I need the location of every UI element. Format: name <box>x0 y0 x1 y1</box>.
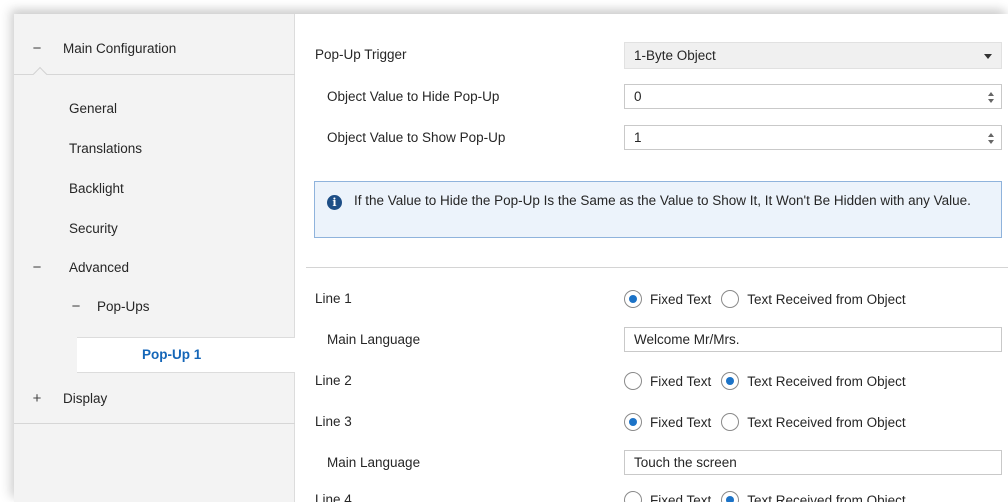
line-3-label: Line 3 <box>315 414 352 429</box>
chevron-down-icon <box>984 54 992 59</box>
sidebar-item-label: Display <box>63 390 108 406</box>
collapse-icon[interactable]: − <box>30 259 44 276</box>
tree-pointer-notch <box>32 66 48 82</box>
line-1-main-language-label: Main Language <box>327 332 421 347</box>
line-1-text-input[interactable] <box>625 328 1001 351</box>
radio-label: Text Received from Object <box>747 414 906 430</box>
sidebar-tree: − Main Configuration General Translation… <box>14 14 295 502</box>
spin-up-icon[interactable] <box>988 92 994 96</box>
radio-label: Fixed Text <box>650 373 712 389</box>
parameter-panel: Pop-Up Trigger 1-Byte Object Object Valu… <box>296 14 1008 502</box>
sidebar-item-backlight[interactable]: Backlight <box>14 168 295 208</box>
sidebar-item-general[interactable]: General <box>14 88 295 128</box>
hide-value-label: Object Value to Hide Pop-Up <box>327 89 500 104</box>
sidebar-item-security[interactable]: Security <box>14 208 295 248</box>
info-note: i If the Value to Hide the Pop-Up Is the… <box>314 181 1002 238</box>
sidebar-item-label: Translations <box>69 140 143 156</box>
collapse-icon[interactable]: − <box>69 298 83 315</box>
collapse-icon[interactable]: − <box>30 40 44 57</box>
sidebar-item-label: Security <box>69 220 118 236</box>
info-text: If the Value to Hide the Pop-Up Is the S… <box>354 193 971 208</box>
sidebar-item-label: General <box>69 100 118 116</box>
line-1-radio-group: Fixed Text Text Received from Object <box>624 288 916 310</box>
line-1-label: Line 1 <box>315 291 352 306</box>
radio-label: Text Received from Object <box>747 492 906 502</box>
sidebar-item-advanced[interactable]: − Advanced <box>14 247 295 287</box>
sidebar-item-label: Main Configuration <box>63 40 177 56</box>
radio-label: Text Received from Object <box>747 373 906 389</box>
line-2-object-text-radio[interactable] <box>721 372 740 390</box>
line-3-fixed-text-radio[interactable] <box>624 413 642 431</box>
show-value: 1 <box>634 130 642 145</box>
line-4-radio-group: Fixed Text Text Received from Object <box>624 489 916 502</box>
line-1-object-text-radio[interactable] <box>721 290 740 308</box>
spin-up-icon[interactable] <box>988 133 994 137</box>
spin-down-icon[interactable] <box>988 140 994 144</box>
radio-label: Fixed Text <box>650 291 712 307</box>
popup-trigger-select[interactable]: 1-Byte Object <box>624 42 1002 69</box>
line-4-fixed-text-radio[interactable] <box>624 491 642 502</box>
sidebar-item-label: Backlight <box>69 180 124 196</box>
show-value-spinbox[interactable]: 1 <box>624 125 1002 150</box>
hide-value-spinbox[interactable]: 0 <box>624 84 1002 109</box>
divider <box>306 267 1008 268</box>
hide-value: 0 <box>634 89 642 104</box>
show-value-label: Object Value to Show Pop-Up <box>327 130 506 145</box>
spin-down-icon[interactable] <box>988 99 994 103</box>
sidebar-item-label: Advanced <box>69 259 130 275</box>
line-2-label: Line 2 <box>315 373 352 388</box>
parameters-window: − Main Configuration General Translation… <box>14 14 1008 502</box>
radio-label: Fixed Text <box>650 414 712 430</box>
line-1-fixed-text-radio[interactable] <box>624 290 642 308</box>
line-3-radio-group: Fixed Text Text Received from Object <box>624 411 916 433</box>
sidebar-item-popup-1[interactable]: Pop-Up 1 <box>77 337 295 373</box>
sidebar-item-display[interactable]: + Display <box>14 378 295 418</box>
divider <box>14 74 295 75</box>
divider <box>14 423 295 424</box>
line-3-object-text-radio[interactable] <box>721 413 740 431</box>
expand-icon[interactable]: + <box>30 390 44 407</box>
popup-trigger-value: 1-Byte Object <box>634 48 716 63</box>
line-3-text-input[interactable] <box>625 451 1001 474</box>
line-4-label: Line 4 <box>315 492 352 502</box>
radio-label: Text Received from Object <box>747 291 906 307</box>
sidebar-item-label: Pop-Ups <box>97 298 150 314</box>
line-4-object-text-radio[interactable] <box>721 491 740 502</box>
line-2-radio-group: Fixed Text Text Received from Object <box>624 370 916 392</box>
sidebar-item-main-configuration[interactable]: − Main Configuration <box>14 28 295 68</box>
sidebar-item-popups[interactable]: − Pop-Ups <box>14 286 295 326</box>
line-3-text-field[interactable] <box>624 450 1002 475</box>
radio-label: Fixed Text <box>650 492 712 502</box>
line-1-text-field[interactable] <box>624 327 1002 352</box>
sidebar-item-translations[interactable]: Translations <box>14 128 295 168</box>
popup-trigger-label: Pop-Up Trigger <box>315 47 407 62</box>
sidebar-item-label: Pop-Up 1 <box>142 347 202 362</box>
info-icon: i <box>327 195 342 210</box>
line-2-fixed-text-radio[interactable] <box>624 372 642 390</box>
line-3-main-language-label: Main Language <box>327 455 421 470</box>
